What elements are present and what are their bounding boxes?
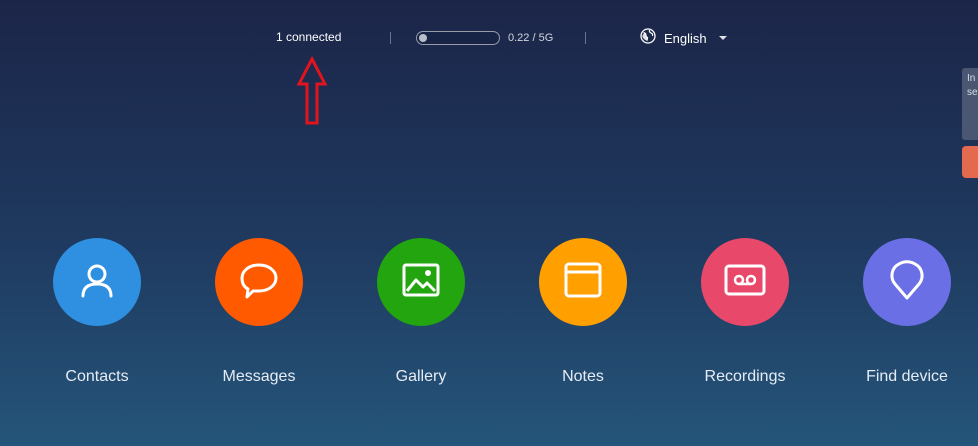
- side-tooltip-text: In se: [967, 73, 978, 98]
- globe-icon: [640, 27, 656, 49]
- gallery-icon: [401, 260, 441, 305]
- message-icon: [238, 260, 280, 305]
- location-icon: [887, 258, 927, 307]
- storage-progress-fill: [419, 34, 427, 42]
- app-gallery[interactable]: Gallery: [356, 238, 486, 398]
- contact-icon: [77, 260, 117, 305]
- app-icon-circle: [701, 238, 789, 326]
- app-label: Recordings: [704, 368, 786, 385]
- side-tooltip: In se: [962, 68, 978, 140]
- language-selector[interactable]: English: [640, 27, 727, 49]
- top-bar: 1 connected 0.22 / 5G English: [0, 26, 978, 50]
- app-label: Contacts: [65, 368, 129, 385]
- app-messages[interactable]: Messages: [194, 238, 324, 398]
- annotation-arrow-icon: [296, 56, 328, 125]
- app-icon-circle: [215, 238, 303, 326]
- notes-icon: [563, 260, 603, 305]
- app-icon-circle: [377, 238, 465, 326]
- side-action-button[interactable]: [962, 146, 978, 178]
- storage-usage-text: 0.22 / 5G: [508, 32, 554, 44]
- connection-status[interactable]: 1 connected: [276, 30, 341, 44]
- app-label: Messages: [222, 368, 296, 385]
- app-contacts[interactable]: Contacts: [32, 238, 162, 398]
- app-label: Gallery: [395, 368, 447, 385]
- app-recordings[interactable]: Recordings: [680, 238, 810, 398]
- language-label: English: [664, 30, 707, 46]
- divider: [585, 32, 586, 44]
- app-icon-circle: [863, 238, 951, 326]
- storage-progress-bar: [416, 31, 500, 45]
- app-notes[interactable]: Notes: [518, 238, 648, 398]
- app-icon-circle: [53, 238, 141, 326]
- app-grid: Contacts Messages Gallery Notes Recordin…: [0, 238, 978, 398]
- app-label: Notes: [562, 368, 604, 385]
- app-find-device[interactable]: Find device: [842, 238, 972, 398]
- app-label: Find device: [866, 368, 948, 385]
- recording-icon: [723, 260, 767, 305]
- app-icon-circle: [539, 238, 627, 326]
- divider: [390, 32, 391, 44]
- chevron-down-icon: [718, 36, 727, 40]
